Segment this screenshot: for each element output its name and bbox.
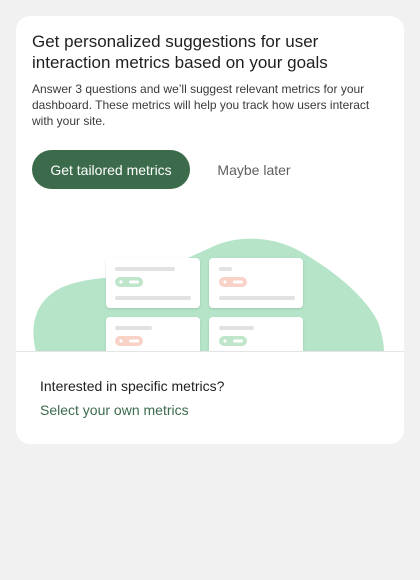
maybe-later-button[interactable]: Maybe later bbox=[204, 150, 304, 189]
get-tailored-metrics-button[interactable]: Get tailored metrics bbox=[32, 150, 190, 189]
metric-card-1 bbox=[106, 258, 200, 308]
card-description: Answer 3 questions and we’ll suggest rel… bbox=[32, 82, 370, 128]
select-own-metrics-link[interactable]: Select your own metrics bbox=[40, 402, 189, 418]
metric-card-3 bbox=[106, 317, 200, 352]
illustration-blob bbox=[33, 238, 385, 352]
footer-question: Interested in specific metrics? bbox=[40, 378, 225, 394]
metric-card-4 bbox=[209, 317, 303, 352]
metric-card-2 bbox=[209, 258, 303, 308]
metrics-illustration bbox=[33, 238, 385, 352]
divider bbox=[16, 351, 404, 352]
metrics-suggestion-card: Get personalized suggestions for user in… bbox=[16, 16, 404, 444]
card-title: Get personalized suggestions for user in… bbox=[32, 32, 328, 72]
